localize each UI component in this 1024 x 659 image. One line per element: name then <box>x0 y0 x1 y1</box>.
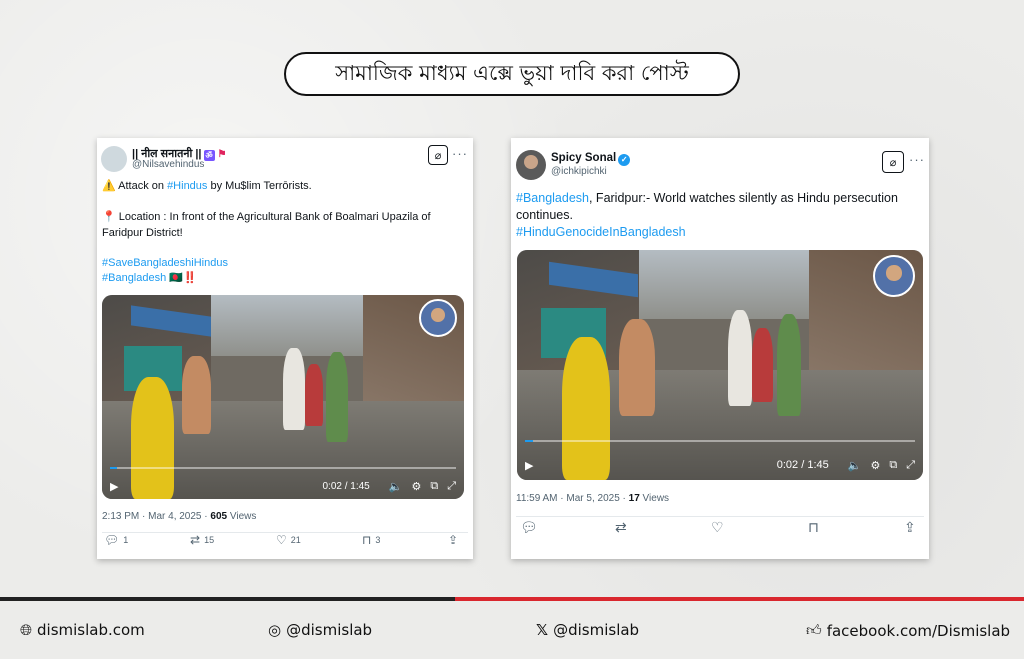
repost-icon: ⇄ <box>615 518 627 535</box>
share-icon: ⇪ <box>448 533 459 547</box>
grok-icon[interactable]: ⌀ <box>882 151 904 173</box>
bookmark-button[interactable]: ⊓ <box>808 519 819 536</box>
tweet-card-2: Spicy Sonal ✓ @ichkipichki ⌀ ··· #Banglad… <box>511 138 929 559</box>
user-name-text: Spicy Sonal <box>551 152 617 164</box>
like-icon: ♡ <box>276 533 287 547</box>
tweet-card-1: || नील सनातनी || ॐ ⚑ @Nilsavehindus ⌀ ··· … <box>97 138 473 559</box>
footer-facebook[interactable]: 👍︎ facebook.com/Dismislab <box>806 621 1010 640</box>
page-title: সামাজিক মাধ্যম এক্সে ভুয়া দাবি করা পোস্… <box>284 52 740 96</box>
hashtag-bangladesh[interactable]: #Bangladesh <box>102 272 166 284</box>
repost-button[interactable]: ⇄ 15 <box>190 533 214 547</box>
pip-icon[interactable]: ⧉ <box>430 480 438 493</box>
verified-badge-icon: ✓ <box>618 154 631 166</box>
more-icon[interactable]: ··· <box>909 152 925 167</box>
tweet-text: #Bangladesh, Faridpur:- World watches si… <box>516 191 898 222</box>
video-progress-fill <box>525 440 533 442</box>
globe-icon: 🌐︎ <box>20 621 33 639</box>
views-count: 605 <box>210 511 228 522</box>
tweet-location-text: 📍 Location : In front of the Agricultura… <box>102 211 431 239</box>
settings-icon[interactable]: ⚙ <box>411 480 421 493</box>
reply-icon: 💬︎ <box>104 533 120 547</box>
tweet-hashtag-line: #HinduGenocideInBangladesh <box>516 224 921 241</box>
bookmark-icon: ⊓ <box>808 518 819 535</box>
user-handle[interactable]: @Nilsavehindus <box>132 159 204 170</box>
video-controls: ▶ 0:02 / 1:45 🔈 ⚙ ⧉ ⤢ <box>102 473 464 499</box>
thumbs-up-icon: 👍︎ <box>806 621 822 639</box>
play-icon[interactable]: ▶ <box>525 459 533 472</box>
video-player[interactable]: ▶ 0:02 / 1:45 🔈 ⚙ ⧉ ⤢ <box>102 295 464 499</box>
volume-icon[interactable]: 🔈 <box>389 480 403 493</box>
streamer-inset <box>873 255 915 297</box>
avatar[interactable] <box>101 146 127 172</box>
streamer-inset <box>419 299 457 337</box>
footer-x[interactable]: 𝕏 @dismislab <box>536 621 639 639</box>
hashtag-save-bangladeshi-hindus[interactable]: #SaveBangladeshiHindus <box>102 257 228 269</box>
hashtag-hindus[interactable]: #Hindus <box>167 180 207 192</box>
footer-website[interactable]: 🌐︎ dismislab.com <box>20 621 145 639</box>
user-name[interactable]: Spicy Sonal ✓ <box>551 152 631 166</box>
settings-icon[interactable]: ⚙ <box>870 459 880 472</box>
footer-divider-red <box>455 597 1024 601</box>
tweet-text-line1: ⚠️ Attack on #Hindus by Mu$lim Terrōrist… <box>102 180 312 192</box>
page-title-text: সামাজিক মাধ্যম এক্সে ভুয়া দাবি করা পোস্… <box>335 60 689 85</box>
video-time: 0:02 / 1:45 <box>322 480 370 492</box>
video-progress-bar[interactable] <box>525 440 915 442</box>
tweet-meta: 11:59 AM · Mar 5, 2025 · 17 Views <box>516 493 670 504</box>
divider <box>516 516 924 517</box>
footer-instagram[interactable]: ◎ @dismislab <box>268 621 372 639</box>
reply-icon: 💬︎ <box>520 518 538 535</box>
like-button[interactable]: ♡ <box>711 519 724 536</box>
views-count: 17 <box>628 493 640 504</box>
share-icon: ⇪ <box>904 518 916 535</box>
video-progress-bar[interactable] <box>110 467 456 469</box>
bookmark-icon: ⊓ <box>362 533 372 547</box>
video-progress-fill <box>110 467 117 469</box>
share-button[interactable]: ⇪ <box>904 519 916 536</box>
repost-icon: ⇄ <box>190 533 201 547</box>
like-button[interactable]: ♡ 21 <box>276 533 301 547</box>
tweet-hashtag-line2: #Bangladesh 🇧🇩‼️ <box>102 272 197 284</box>
grok-icon[interactable]: ⌀ <box>428 145 448 165</box>
flag-icon: ⚑ <box>217 149 227 160</box>
user-handle[interactable]: @ichkipichki <box>551 166 607 177</box>
om-icon: ॐ <box>203 150 215 161</box>
play-icon[interactable]: ▶ <box>110 480 118 493</box>
tweet-hashtag-line1: #SaveBangladeshiHindus <box>102 256 465 272</box>
hashtag-hindu-genocide[interactable]: #HinduGenocideInBangladesh <box>516 225 686 239</box>
fullscreen-icon[interactable]: ⤢ <box>447 480 456 493</box>
video-time: 0:02 / 1:45 <box>776 459 829 471</box>
video-player[interactable]: ▶ 0:02 / 1:45 🔈 ⚙ ⧉ ⤢ <box>517 250 923 480</box>
video-controls: ▶ 0:02 / 1:45 🔈 ⚙ ⧉ ⤢ <box>517 450 923 480</box>
reply-button[interactable]: 💬︎ 1 <box>104 533 128 547</box>
footer-divider-dark <box>0 597 455 601</box>
x-logo-icon: 𝕏 <box>536 621 549 639</box>
volume-icon[interactable]: 🔈 <box>848 459 862 472</box>
pip-icon[interactable]: ⧉ <box>889 459 897 472</box>
fullscreen-icon[interactable]: ⤢ <box>906 459 915 472</box>
like-icon: ♡ <box>711 518 724 535</box>
tweet-meta: 2:13 PM · Mar 4, 2025 · 605 Views <box>102 511 257 522</box>
instagram-icon: ◎ <box>268 621 282 639</box>
hashtag-bangladesh[interactable]: #Bangladesh <box>516 191 589 205</box>
avatar[interactable] <box>516 150 546 180</box>
more-icon[interactable]: ··· <box>452 146 468 161</box>
repost-button[interactable]: ⇄ <box>615 519 627 536</box>
share-button[interactable]: ⇪ <box>448 533 458 547</box>
bookmark-button[interactable]: ⊓ 3 <box>362 533 380 547</box>
reply-button[interactable]: 💬︎ <box>520 519 538 536</box>
